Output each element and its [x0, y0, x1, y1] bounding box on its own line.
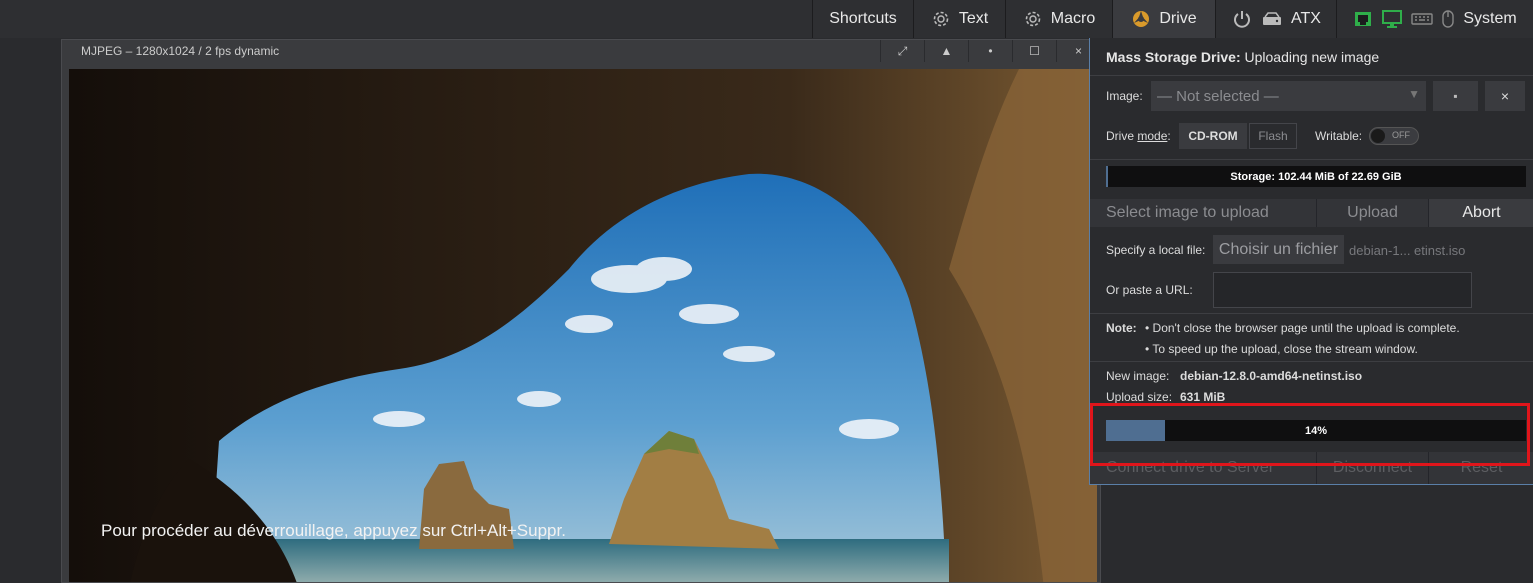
stream-screen[interactable]: Pour procéder au déverrouillage, appuyez… [69, 69, 1097, 582]
gear-icon [933, 11, 949, 27]
abort-button-label: Abort [1462, 204, 1501, 221]
image-label: Image: [1106, 89, 1143, 103]
download-image-button[interactable]: ▪ [1433, 81, 1478, 111]
divider [1090, 75, 1533, 76]
note-line-1: • Don't close the browser page until the… [1145, 321, 1460, 335]
reset-label: Reset [1460, 459, 1503, 476]
menu-drive-label: Drive [1159, 10, 1197, 27]
menu-text[interactable]: Text [913, 0, 1005, 38]
writable-toggle[interactable]: OFF [1369, 127, 1419, 145]
window-button[interactable]: ☐ [1012, 40, 1056, 62]
note-label: Note: [1106, 321, 1137, 335]
divider [1090, 159, 1533, 160]
lock-screen-message: Pour procéder au déverrouillage, appuyez… [101, 521, 566, 540]
url-input[interactable] [1213, 272, 1472, 308]
save-icon: ▪ [1453, 89, 1458, 103]
stream-window: MJPEG – 1280x1024 / 2 fps dynamic ⤢ ▲ • … [61, 39, 1101, 583]
note-line-2: • To speed up the upload, close the stre… [1145, 342, 1418, 356]
cave-wallpaper [69, 69, 1097, 582]
writable-label: Writable: [1315, 129, 1363, 143]
reset-button[interactable]: Reset [1428, 452, 1533, 484]
drive-mode-label-prefix: Drive [1106, 129, 1138, 143]
new-image-label: New image: [1106, 369, 1170, 383]
upload-size-value: 631 MiB [1180, 390, 1226, 404]
panel-title: Mass Storage Drive: Uploading new image [1106, 49, 1379, 65]
storage-bar: Storage: 102.44 MiB of 22.69 GiB [1106, 166, 1526, 187]
mass-storage-drive-panel: Mass Storage Drive: Uploading new image … [1089, 38, 1533, 485]
drive-mode-label-link: mode [1137, 129, 1168, 143]
upload-progress-bar: 14% [1106, 420, 1526, 441]
monitor-icon [1382, 10, 1403, 28]
disconnect-label: Disconnect [1332, 459, 1413, 476]
upload-button-label: Upload [1347, 204, 1398, 221]
drive-icon [1133, 11, 1150, 27]
toggle-knob [1371, 129, 1385, 143]
panel-title-status: Uploading new image [1244, 49, 1380, 65]
remove-image-button[interactable]: × [1485, 81, 1525, 111]
chevron-down-icon: ▼ [1408, 87, 1420, 101]
maximize-button[interactable]: ▲ [924, 40, 968, 62]
mouse-icon [1442, 10, 1455, 28]
menu-drive[interactable]: Drive [1112, 0, 1215, 38]
mode-flash-label: Flash [1258, 129, 1288, 143]
stream-title: MJPEG – 1280x1024 / 2 fps dynamic [81, 44, 280, 58]
hdd-icon [1263, 12, 1282, 25]
menu-shortcuts-label: Shortcuts [829, 10, 897, 27]
mode-cdrom-button[interactable]: CD-ROM [1179, 123, 1247, 149]
new-image-value: debian-12.8.0-amd64-netinst.iso [1180, 369, 1363, 383]
connect-drive-button[interactable]: Connect drive to Server [1090, 452, 1316, 484]
connect-drive-label: Connect drive to Server [1106, 459, 1275, 476]
mode-cdrom-label: CD-ROM [1188, 129, 1238, 143]
abort-button[interactable]: Abort [1428, 199, 1533, 227]
chosen-file-name: debian-1... etinst.iso [1349, 243, 1466, 258]
image-select[interactable]: — Not selected — ▼ [1151, 81, 1426, 111]
gear-icon [1025, 11, 1041, 27]
original-size-button[interactable]: • [968, 40, 1012, 62]
top-menu-bar: Shortcuts Text Macro Drive ATX System [0, 0, 1533, 38]
divider [1090, 361, 1533, 362]
menu-system-label: System [1463, 10, 1517, 27]
disconnect-button[interactable]: Disconnect [1316, 452, 1428, 484]
keyboard-icon [1411, 13, 1434, 25]
tab-select-image-label: Select image to upload [1106, 204, 1269, 221]
drive-mode-label-suffix: : [1167, 129, 1171, 143]
menu-shortcuts[interactable]: Shortcuts [812, 0, 913, 38]
menu-macro[interactable]: Macro [1005, 0, 1112, 38]
menu-system[interactable]: System [1336, 0, 1533, 38]
url-label: Or paste a URL: [1106, 283, 1193, 297]
menu-text-label: Text [958, 10, 989, 27]
choose-file-button[interactable]: Choisir un fichier [1213, 235, 1344, 264]
upload-size-label: Upload size: [1106, 390, 1173, 404]
fullscreen-button[interactable]: ⤢ [880, 40, 924, 62]
network-icon [1355, 12, 1372, 26]
drive-mode-label: Drive mode: [1106, 129, 1171, 143]
menu-atx-label: ATX [1291, 10, 1321, 27]
menu-macro-label: Macro [1050, 10, 1096, 27]
image-select-value: — Not selected — [1157, 88, 1279, 105]
mode-flash-button[interactable]: Flash [1249, 123, 1297, 149]
upload-button[interactable]: Upload [1316, 199, 1428, 227]
panel-title-bold: Mass Storage Drive: [1106, 49, 1241, 65]
storage-text: Storage: 102.44 MiB of 22.69 GiB [1230, 170, 1402, 183]
local-file-label: Specify a local file: [1106, 243, 1206, 257]
divider [1090, 313, 1533, 314]
menu-atx[interactable]: ATX [1215, 0, 1336, 38]
writable-state: OFF [1392, 130, 1410, 140]
choose-file-label: Choisir un fichier [1218, 240, 1339, 258]
tab-select-image[interactable]: Select image to upload [1090, 199, 1316, 227]
power-icon [1234, 11, 1251, 28]
close-icon: × [1500, 88, 1510, 104]
upload-progress-text: 14% [1304, 424, 1328, 437]
